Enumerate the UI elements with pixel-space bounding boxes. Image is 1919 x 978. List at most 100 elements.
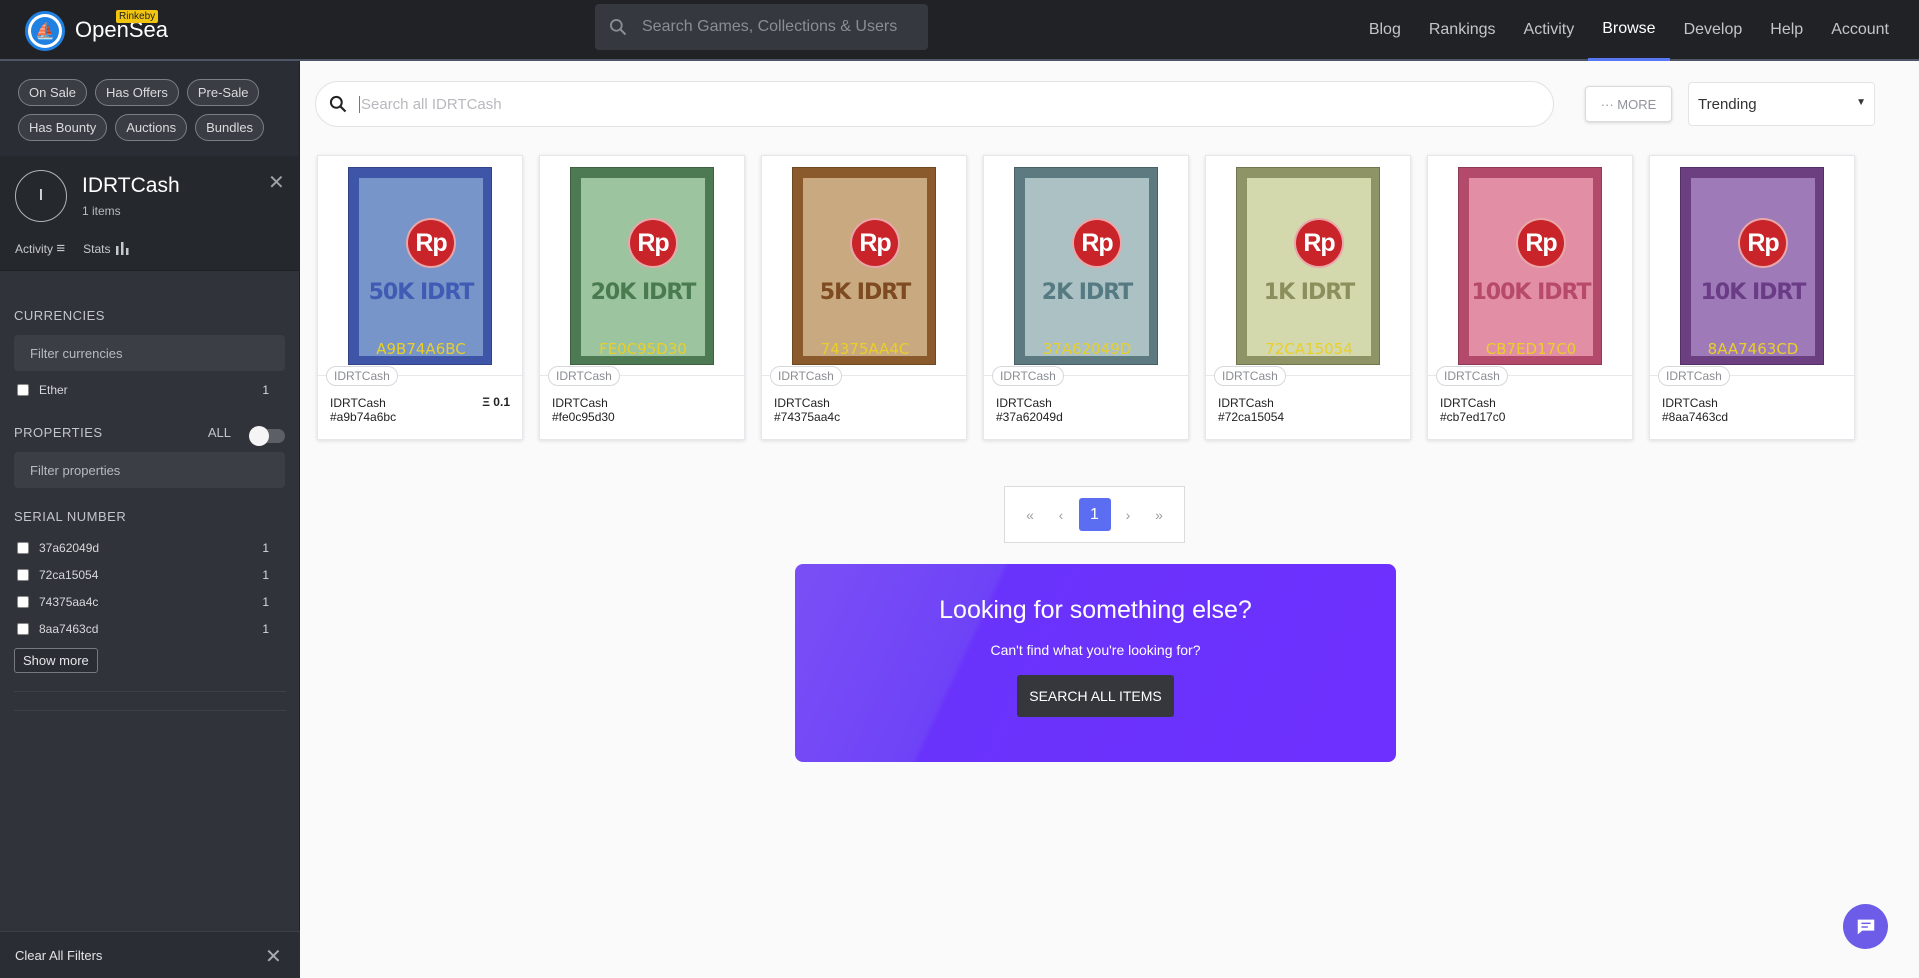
promo-subtitle: Can't find what you're looking for? [990,642,1201,658]
next-page-button[interactable]: › [1113,507,1144,523]
banknote-panel: Rp 1K IDRT 72CA15054 [1247,178,1371,358]
search-icon [610,19,627,36]
checkbox[interactable] [17,622,29,635]
currency-item-ether[interactable]: Ether 1 [14,377,285,403]
asset-price: Ξ 0.1 [482,395,510,409]
asset-collection: IDRTCash [552,396,608,410]
rupiah-logo: Rp [1516,218,1566,268]
filter-pre-sale[interactable]: Pre-Sale [186,79,260,106]
asset-grid: Rp 50K IDRT A9B74A6BC IDRTCash IDRTCash #a9b7… [317,155,1855,440]
asset-image[interactable]: Rp 2K IDRT 37A62049D [1014,167,1158,365]
banknote-panel: Rp 100K IDRT CB7ED17C0 [1469,178,1593,358]
first-page-button[interactable]: « [1015,507,1046,523]
opensea-logo[interactable]: ⛵ [25,11,65,51]
nav-activity[interactable]: Activity [1510,0,1589,59]
asset-amount: 100K IDRT [1471,280,1591,305]
collection-tag[interactable]: IDRTCash [770,366,842,386]
asset-code: 37A62049D [1042,340,1132,358]
collection-tag[interactable]: IDRTCash [1436,366,1508,386]
collection-tag[interactable]: IDRTCash [1214,366,1286,386]
search-all-items-button[interactable]: SEARCH ALL ITEMS [1017,675,1174,717]
chat-button[interactable] [1843,904,1888,949]
serial-item[interactable]: 72ca15054 1 [14,561,285,588]
search-promo-banner: Looking for something else? Can't find w… [795,564,1396,762]
promo-title: Looking for something else? [939,596,1252,624]
serial-item[interactable]: 37a62049d 1 [14,534,285,561]
rupiah-logo: Rp [1738,218,1788,268]
nav-account[interactable]: Account [1817,0,1919,59]
collection-count: 1 items [82,204,121,218]
asset-image[interactable]: Rp 1K IDRT 72CA15054 [1236,167,1380,365]
close-icon[interactable]: ✕ [268,170,285,195]
serial-list: 37a62049d 1 72ca15054 1 74375aa4c 1 8aa7463… [14,534,285,642]
nav-blog[interactable]: Blog [1355,0,1415,59]
checkbox[interactable] [17,541,29,554]
close-icon[interactable]: ✕ [265,944,282,969]
filter-properties-input[interactable]: Filter properties [14,452,285,488]
asset-image[interactable]: Rp 100K IDRT CB7ED17C0 [1458,167,1602,365]
checkbox[interactable] [17,568,29,581]
collection-search-input[interactable] [359,95,1359,113]
asset-image[interactable]: Rp 50K IDRT A9B74A6BC [348,167,492,365]
collection-name[interactable]: IDRTCash [82,174,180,198]
section-divider [14,691,286,692]
collection-tag[interactable]: IDRTCash [326,366,398,386]
properties-all-toggle[interactable] [249,426,285,446]
asset-card[interactable]: Rp 10K IDRT 8AA7463CD IDRTCash IDRTCash #8aa7… [1649,155,1855,440]
asset-code: A9B74A6BC [376,340,466,358]
nav-browse[interactable]: Browse [1588,0,1670,61]
rupiah-logo: Rp [1294,218,1344,268]
stats-link[interactable]: Stats [83,241,130,256]
serial-item[interactable]: 8aa7463cd 1 [14,615,285,642]
last-page-button[interactable]: » [1144,507,1175,523]
clear-all-filters[interactable]: Clear All Filters ✕ [0,931,300,978]
activity-link[interactable]: Activity ≡ [15,240,65,257]
bar-chart-icon [115,242,129,255]
rupiah-logo: Rp [628,218,678,268]
asset-card[interactable]: Rp 5K IDRT 74375AA4C IDRTCash IDRTCash #74375… [761,155,967,440]
show-more-button[interactable]: Show more [14,648,98,673]
currency-label: Ether [39,383,68,397]
filter-auctions[interactable]: Auctions [115,114,188,141]
more-button[interactable]: ··· MORE [1585,86,1672,122]
nav-develop[interactable]: Develop [1670,0,1757,59]
asset-card[interactable]: Rp 50K IDRT A9B74A6BC IDRTCash IDRTCash #a9b7… [317,155,523,440]
asset-card[interactable]: Rp 2K IDRT 37A62049D IDRTCash IDRTCash #37a62… [983,155,1189,440]
filter-sidebar: On Sale Has Offers Pre-Sale Has Bounty Auct… [0,61,300,978]
asset-amount: 5K IDRT [819,280,911,305]
main-nav: Blog Rankings Activity Browse Develop He… [1355,0,1919,61]
asset-image[interactable]: Rp 20K IDRT FE0C95D30 [570,167,714,365]
asset-card[interactable]: Rp 20K IDRT FE0C95D30 IDRTCash IDRTCash #fe0c… [539,155,745,440]
banknote-panel: Rp 10K IDRT 8AA7463CD [1691,178,1815,358]
serial-item[interactable]: 74375aa4c 1 [14,588,285,615]
nav-help[interactable]: Help [1756,0,1817,59]
collection-search[interactable] [315,81,1554,127]
sort-select[interactable]: Trending ▼ [1688,82,1875,126]
nav-rankings[interactable]: Rankings [1415,0,1510,59]
properties-title: PROPERTIES [14,425,103,440]
asset-image[interactable]: Rp 5K IDRT 74375AA4C [792,167,936,365]
asset-image[interactable]: Rp 10K IDRT 8AA7463CD [1680,167,1824,365]
asset-amount: 2K IDRT [1041,280,1133,305]
asset-card[interactable]: Rp 1K IDRT 72CA15054 IDRTCash IDRTCash #72ca1… [1205,155,1411,440]
checkbox[interactable] [17,595,29,608]
checkbox[interactable] [17,384,29,396]
rupiah-logo: Rp [1072,218,1122,268]
asset-card[interactable]: Rp 100K IDRT CB7ED17C0 IDRTCash IDRTCash #cb7… [1427,155,1633,440]
current-page[interactable]: 1 [1078,498,1111,531]
filter-has-offers[interactable]: Has Offers [94,79,179,106]
filter-currencies-input[interactable]: Filter currencies [14,335,285,371]
asset-id: #37a62049d [996,410,1063,424]
prev-page-button[interactable]: ‹ [1046,507,1077,523]
collection-tag[interactable]: IDRTCash [548,366,620,386]
currencies-section: CURRENCIES Filter currencies Ether 1 [0,271,299,403]
global-search[interactable]: Search Games, Collections & Users [595,4,928,50]
search-icon [329,95,347,113]
asset-amount: 50K IDRT [368,280,475,305]
clear-all-label: Clear All Filters [15,947,103,963]
filter-on-sale[interactable]: On Sale [18,79,87,106]
collection-tag[interactable]: IDRTCash [1658,366,1730,386]
collection-tag[interactable]: IDRTCash [992,366,1064,386]
filter-has-bounty[interactable]: Has Bounty [18,114,108,141]
filter-bundles[interactable]: Bundles [195,114,265,141]
